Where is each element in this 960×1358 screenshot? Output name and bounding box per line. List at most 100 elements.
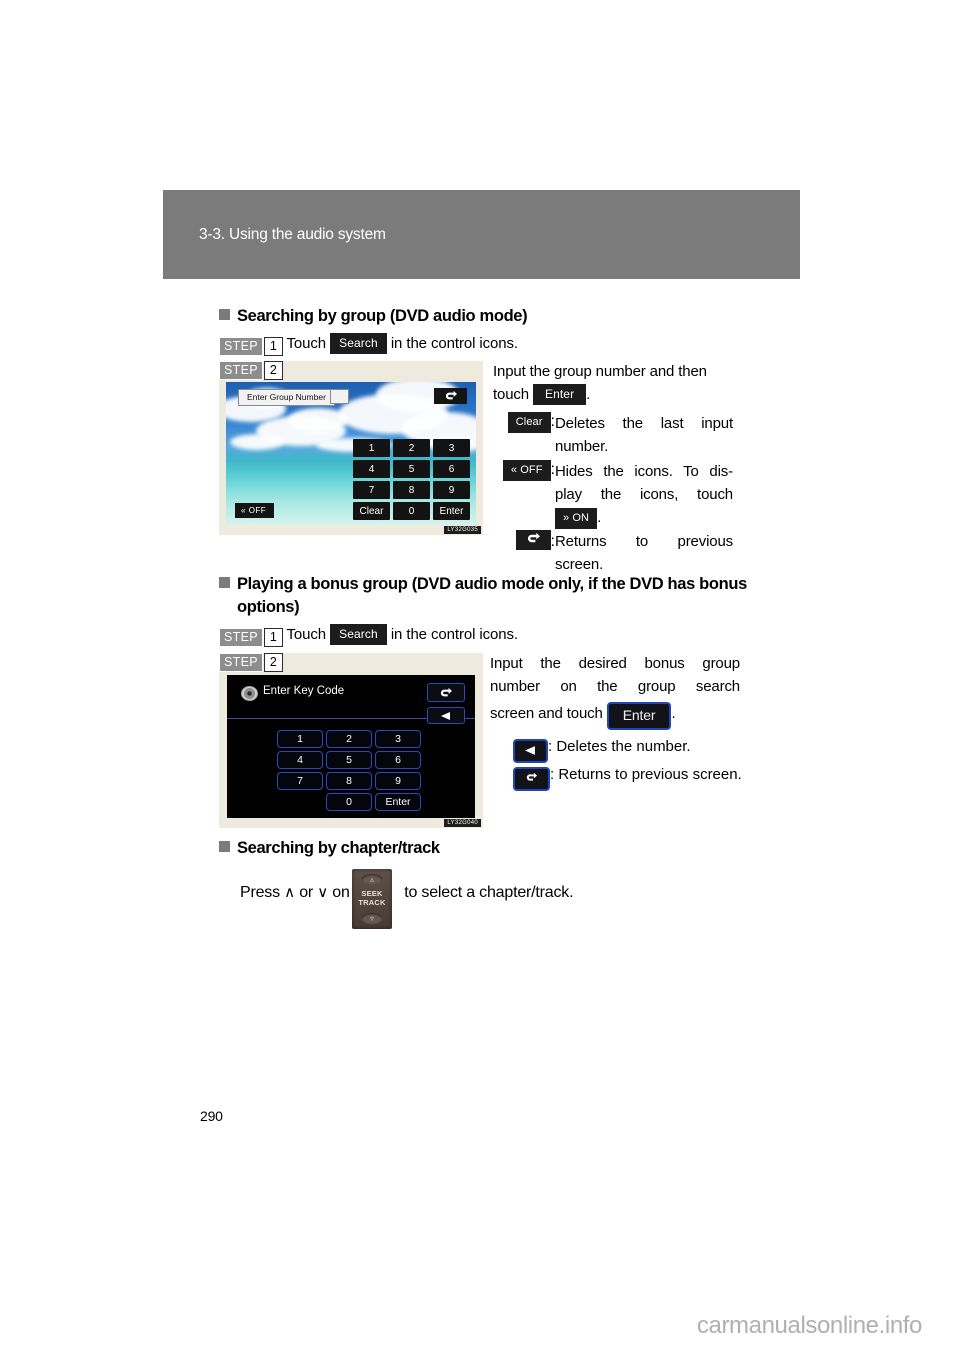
page-content: 3-3. Using the audio system Searching by…: [0, 0, 960, 1358]
figure2-step-badge: STEP 2: [219, 653, 283, 672]
step1-post-text: in the control icons.: [390, 626, 518, 643]
back-key-label[interactable]: [513, 767, 550, 791]
enter-key-label[interactable]: Enter: [532, 384, 587, 405]
section2-intro-paragraph: Input the desired bonus group number on …: [490, 652, 740, 730]
heading-text: Searching by chapter/track: [237, 839, 440, 857]
keypad-key[interactable]: 1: [353, 439, 390, 457]
or-text: or: [299, 884, 314, 901]
keypad-key[interactable]: 9: [433, 481, 470, 499]
figure1-step-word: STEP: [219, 361, 263, 380]
keypad-key[interactable]: 1: [277, 730, 323, 748]
back-button[interactable]: [427, 683, 465, 702]
keypad-key[interactable]: 6: [375, 751, 421, 769]
double-chevron-left-icon: «: [241, 506, 246, 515]
definition-row-back: : Returns to previous screen.: [513, 766, 742, 791]
delete-key-label[interactable]: [513, 739, 548, 763]
keypad-key[interactable]: 4: [353, 460, 390, 478]
keypad-key[interactable]: 4: [277, 751, 323, 769]
keypad-key[interactable]: 7: [277, 772, 323, 790]
keypad-key[interactable]: 5: [393, 460, 430, 478]
keypad-key[interactable]: 5: [326, 751, 372, 769]
definition-row-clear: Clear:Deletes the last input number.: [493, 412, 733, 458]
intro-period: .: [586, 386, 591, 403]
definition-text: : Deletes the number.: [548, 738, 691, 755]
keypad-enter-key[interactable]: Enter: [375, 793, 421, 811]
screen-title: Enter Key Code: [263, 685, 345, 697]
keypad-key[interactable]: 3: [375, 730, 421, 748]
chapter-title: 3-3. Using the audio system: [199, 226, 386, 243]
intro-line-c: screen and touch Enter.: [490, 698, 740, 730]
seek-track-instruction: Press ∧ or ∨ on to select a chapter/trac…: [240, 883, 574, 902]
keypad-key[interactable]: 6: [433, 460, 470, 478]
step-badge-word: STEP: [219, 337, 263, 356]
seek-down-icon[interactable]: ▿: [361, 913, 383, 924]
heading-text: Searching by group (DVD audio mode): [237, 307, 528, 325]
double-chevron-left-icon: «: [510, 464, 518, 476]
enter-group-number-field[interactable]: Enter Group Number: [238, 389, 335, 406]
keypad-key[interactable]: 3: [433, 439, 470, 457]
numeric-keypad[interactable]: 1 2 3 4 5 6 7 8 9 0 Enter: [277, 730, 421, 811]
step-badge: STEP 1: [219, 337, 283, 356]
heading-text-line-a: Playing a bonus group (DVD audio mode on…: [237, 575, 747, 593]
figure2-step-word: STEP: [219, 653, 263, 672]
keypad-key[interactable]: 0: [393, 502, 430, 520]
keypad-key[interactable]: 8: [393, 481, 430, 499]
page-number: 290: [200, 1108, 223, 1124]
enter-key-label[interactable]: Enter: [606, 702, 672, 730]
back-key-label[interactable]: [515, 530, 551, 550]
search-key-label[interactable]: Search: [330, 624, 387, 645]
keypad-key[interactable]: 8: [326, 772, 372, 790]
back-arrow-icon: [526, 772, 537, 781]
keypad-key[interactable]: 2: [393, 439, 430, 457]
delete-button[interactable]: [427, 707, 465, 724]
back-button[interactable]: [434, 388, 467, 404]
left-triangle-icon: [441, 711, 450, 720]
step1-pre-text: Touch: [286, 335, 327, 352]
keypad-spacer: [277, 793, 323, 811]
off-button[interactable]: « OFF: [235, 503, 275, 518]
search-key-label[interactable]: Search: [330, 333, 387, 354]
keypad-clear-key[interactable]: Clear: [353, 502, 390, 520]
keypad-key[interactable]: 0: [326, 793, 372, 811]
keypad-key[interactable]: 2: [326, 730, 372, 748]
keypad-enter-key[interactable]: Enter: [433, 502, 470, 520]
off-key-label[interactable]: « OFF: [502, 460, 551, 481]
nav-screen-key-code: Enter Key Code 1 2 3 4 5 6 7 8 9 0 Enter: [227, 675, 475, 818]
intro-line-b: touch: [493, 386, 529, 403]
definition-row-back: :Returns to previous screen.: [493, 530, 733, 576]
figure2-step-number: 2: [263, 653, 283, 672]
watermark: carmanualsonline.info: [696, 1312, 922, 1339]
disc-icon: [241, 686, 258, 701]
definition-text: Returns to previous screen.: [555, 533, 733, 573]
step-badge-number: 1: [263, 337, 283, 356]
step-badge-number: 1: [263, 628, 283, 647]
select-text: to select a chapter/track.: [404, 884, 574, 901]
bullet-square-icon: [219, 309, 230, 320]
figure1-step-badge: STEP 2: [219, 361, 283, 380]
back-arrow-icon: [445, 390, 457, 400]
step1-post-text: in the control icons.: [390, 335, 518, 352]
heading-searching-by-chapter-track: Searching by chapter/track: [219, 837, 440, 860]
intro-line-a: Input the group number and then: [493, 363, 707, 380]
down-chevron-glyph-icon: ∨: [317, 884, 329, 901]
section1-intro-paragraph: Input the group number and then touch En…: [493, 360, 737, 406]
seek-up-icon[interactable]: ▵: [361, 874, 383, 885]
heading-text-line-b: options): [237, 598, 300, 616]
bullet-square-icon: [219, 577, 230, 588]
numeric-keypad[interactable]: 1 2 3 4 5 6 7 8 9 Clear 0 Enter: [353, 439, 470, 520]
nav-screen-group-number: Enter Group Number « OFF 1 2 3 4 5 6 7 8: [226, 382, 476, 525]
group-number-input[interactable]: [330, 389, 349, 404]
definition-key-cell: Clear:: [493, 412, 555, 433]
clear-key-label[interactable]: Clear: [507, 412, 551, 433]
figure-enter-key-code-screen: STEP 2 Enter Key Code 1 2 3 4 5 6 7 8 9 …: [219, 653, 483, 828]
keypad-key[interactable]: 7: [353, 481, 390, 499]
figure1-reference-code: LY32G035: [444, 526, 481, 534]
step1-pre-text: Touch: [286, 626, 327, 643]
keypad-key[interactable]: 9: [375, 772, 421, 790]
seek-track-button[interactable]: ▵ SEEK TRACK ▿: [352, 869, 392, 929]
bullet-square-icon: [219, 841, 230, 852]
on-key-label[interactable]: » ON: [555, 508, 598, 529]
heading-playing-bonus-group: Playing a bonus group (DVD audio mode on…: [219, 573, 749, 619]
definition-key-cell: « OFF:: [493, 460, 555, 481]
back-arrow-icon: [440, 687, 452, 696]
